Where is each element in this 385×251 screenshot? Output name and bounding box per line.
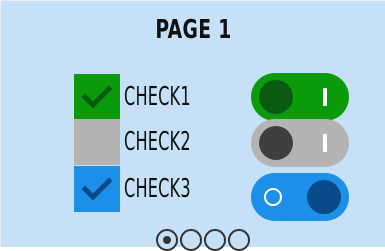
- check-row-3[interactable]: CHECK3: [74, 166, 232, 212]
- off-indicator-icon: [264, 188, 282, 206]
- checkbox-label-3: CHECK3: [124, 174, 191, 204]
- page-panel: PAGE 1 CHECK1 CHECK2 CHECK3: [0, 0, 385, 251]
- checkmark-icon: [82, 85, 112, 109]
- page-title: PAGE 1: [155, 15, 232, 45]
- page-dot-4[interactable]: [228, 229, 250, 251]
- check-row-1[interactable]: CHECK1: [74, 74, 232, 120]
- checkbox-label-2: CHECK2: [124, 127, 191, 157]
- toggle-switch-2[interactable]: [251, 119, 349, 167]
- checkmark-icon: [82, 177, 112, 201]
- page-dot-1[interactable]: [156, 229, 178, 251]
- check-row-2[interactable]: CHECK2: [74, 119, 232, 165]
- toggle-knob: [259, 126, 293, 160]
- toggle-knob: [259, 80, 293, 114]
- on-indicator-icon: [323, 134, 327, 152]
- toggle-switch-3[interactable]: [251, 173, 349, 221]
- checkbox-3[interactable]: [74, 166, 120, 212]
- page-dot-2[interactable]: [180, 229, 202, 251]
- toggle-switch-1[interactable]: [251, 73, 349, 121]
- checkbox-label-1: CHECK1: [124, 82, 191, 112]
- on-indicator-icon: [323, 88, 327, 106]
- page-dot-3[interactable]: [204, 229, 226, 251]
- checkbox-2[interactable]: [74, 119, 120, 165]
- checkbox-1[interactable]: [74, 74, 120, 120]
- page-indicator: [156, 229, 250, 251]
- toggle-knob: [307, 180, 341, 214]
